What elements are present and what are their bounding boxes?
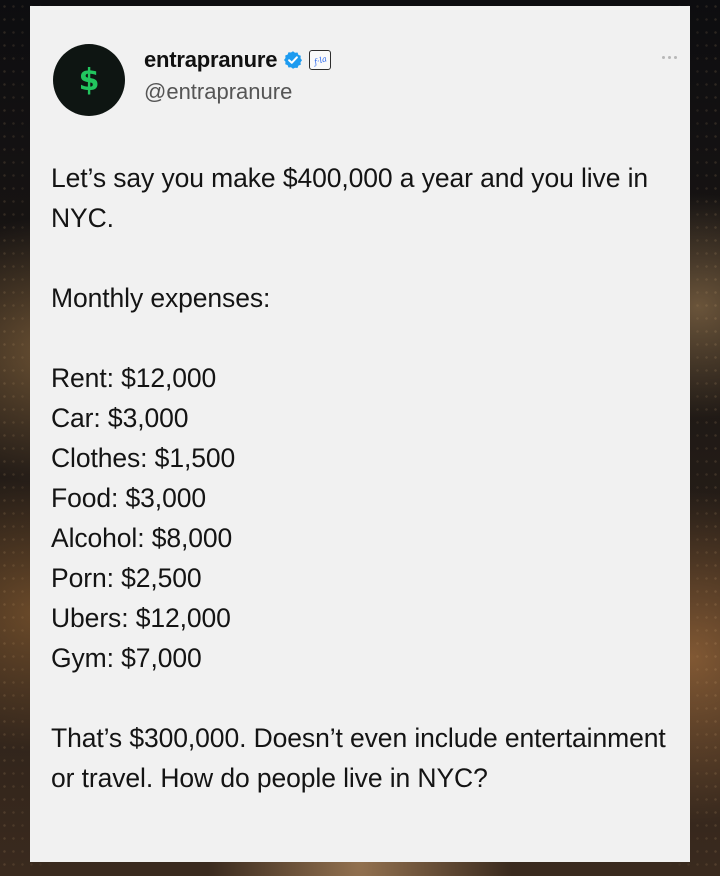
author-name-row: entrapranure ƒ·la	[144, 47, 332, 73]
post-card: $ entrapranure ƒ·la @entrapranure Let’s …	[30, 6, 690, 862]
expense-item: Clothes: $1,500	[51, 443, 236, 473]
expense-item: Food: $3,000	[51, 483, 206, 513]
expense-item: Rent: $12,000	[51, 363, 217, 393]
expense-item: Alcohol: $8,000	[51, 523, 233, 553]
expense-item: Car: $3,000	[51, 403, 189, 433]
verified-badge-icon	[284, 51, 303, 69]
author-handle[interactable]: @entrapranure	[144, 79, 292, 105]
post-conclusion: That’s $300,000. Doesn’t even include en…	[51, 723, 666, 793]
expense-list: Rent: $12,000 Car: $3,000 Clothes: $1,50…	[51, 358, 671, 678]
expenses-heading: Monthly expenses:	[51, 283, 271, 313]
avatar[interactable]: $	[53, 44, 125, 116]
expense-item: Gym: $7,000	[51, 643, 202, 673]
expense-item: Ubers: $12,000	[51, 603, 231, 633]
post-intro: Let’s say you make $400,000 a year and y…	[51, 163, 649, 233]
post-body: Let’s say you make $400,000 a year and y…	[51, 158, 671, 798]
avatar-dollar-icon: $	[78, 62, 100, 98]
signature-badge-icon[interactable]: ƒ·la	[309, 50, 332, 70]
author-display-name[interactable]: entrapranure	[144, 47, 278, 73]
more-options-icon[interactable]	[656, 52, 682, 62]
expense-item: Porn: $2,500	[51, 563, 202, 593]
